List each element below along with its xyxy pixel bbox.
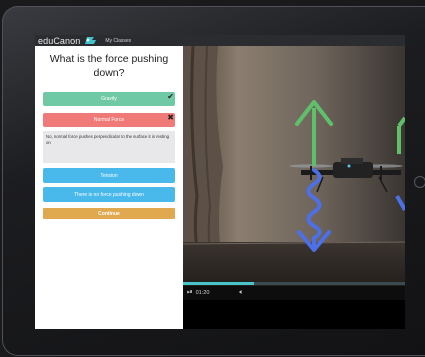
nav-my-classes[interactable]: My Classes [105,38,131,44]
video-controls: ⏯ 01:20 🔈︎ [183,286,405,300]
brand-logo[interactable]: eduCanon [38,36,80,46]
top-navbar: eduCanon My Classes [35,35,405,46]
app-screen: eduCanon My Classes What is the force pu… [35,35,405,329]
volume-icon[interactable]: 🔈︎ [239,289,243,297]
answer-option-tension[interactable]: Tension [43,168,175,183]
flag-logo-icon [85,37,97,44]
answer-feedback: No, normal force pushes perpendicular to… [43,131,175,163]
answer-label: Normal Force [93,117,125,123]
checkmark-icon: ✔ [167,92,174,101]
play-icon[interactable]: ⏯ [187,289,193,297]
answer-option-gravity[interactable]: Gravity ✔ [43,92,175,106]
floor [183,242,405,286]
quiz-panel: What is the force pushing down? Gravity … [35,46,183,329]
video-time: 01:20 [195,290,210,296]
answer-option-no-force[interactable]: There is no force pushing down [43,187,175,202]
answer-label: Gravity [101,96,117,102]
video-progress-bar[interactable] [183,282,405,285]
close-icon: ✖ [167,113,174,122]
answer-label: There is no force pushing down [74,191,144,198]
video-progress-fill [183,282,255,285]
home-button[interactable] [414,176,425,188]
answer-label: Tension [100,172,118,179]
continue-button[interactable]: Continue [43,208,175,219]
video-frame[interactable] [183,46,405,286]
question-text: What is the force pushing down? [49,53,169,79]
answer-option-normal-force[interactable]: Normal Force ✖ [43,113,175,127]
